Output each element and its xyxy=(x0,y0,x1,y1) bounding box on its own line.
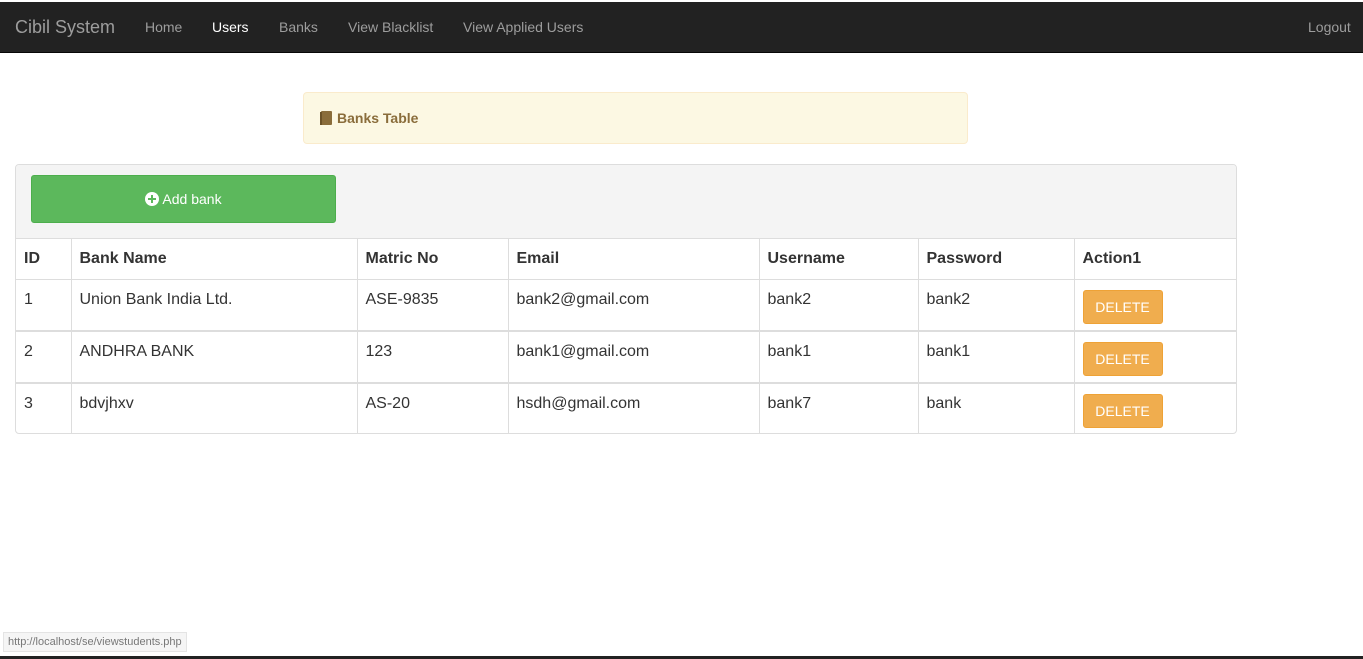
cell-password: bank xyxy=(918,383,1075,433)
column-header-username: Username xyxy=(759,239,919,280)
book-icon xyxy=(320,111,332,125)
column-header-bank-name: Bank Name xyxy=(71,239,358,280)
cell-action: DELETE xyxy=(1074,331,1236,384)
table-toolbar: Add bank xyxy=(16,165,1236,239)
nav-item-view-applied-users[interactable]: View Applied Users xyxy=(463,2,583,52)
table-header-row: ID Bank Name Matric No Email Username Pa… xyxy=(16,239,1236,280)
cell-password: bank1 xyxy=(918,331,1075,384)
column-header-matric-no: Matric No xyxy=(357,239,509,280)
table-row: 2 ANDHRA BANK 123 bank1@gmail.com bank1 … xyxy=(16,331,1236,384)
cell-id: 2 xyxy=(16,331,72,384)
cell-action: DELETE xyxy=(1074,279,1236,332)
brand-link[interactable]: Cibil System xyxy=(15,2,115,52)
top-navbar: Cibil System Home Users Banks View Black… xyxy=(0,2,1363,53)
add-bank-label: Add bank xyxy=(162,191,222,207)
cell-email: bank1@gmail.com xyxy=(508,331,760,384)
cell-username: bank7 xyxy=(759,383,919,433)
delete-button[interactable]: DELETE xyxy=(1082,342,1163,376)
logout-link[interactable]: Logout xyxy=(1308,2,1351,52)
table-row: 3 bdvjhxv AS-20 hsdh@gmail.com bank7 ban… xyxy=(16,383,1236,433)
plus-circle-icon xyxy=(145,192,160,206)
cell-bank-name: bdvjhxv xyxy=(71,383,358,433)
banks-table-heading: Banks Table xyxy=(303,92,968,144)
nav-item-banks[interactable]: Banks xyxy=(279,2,318,52)
cell-matric-no: ASE-9835 xyxy=(357,279,509,332)
add-bank-button[interactable]: Add bank xyxy=(31,175,336,223)
cell-username: bank2 xyxy=(759,279,919,332)
status-bar-url: http://localhost/se/viewstudents.php xyxy=(3,632,187,652)
cell-username: bank1 xyxy=(759,331,919,384)
delete-button[interactable]: DELETE xyxy=(1082,394,1163,428)
table-row: 1 Union Bank India Ltd. ASE-9835 bank2@g… xyxy=(16,279,1236,332)
banks-table-panel: Add bank ID Bank Name Matric No Email Us… xyxy=(15,164,1237,434)
cell-matric-no: AS-20 xyxy=(357,383,509,433)
column-header-id: ID xyxy=(16,239,72,280)
delete-button[interactable]: DELETE xyxy=(1082,289,1163,324)
banks-table: ID Bank Name Matric No Email Username Pa… xyxy=(16,239,1236,433)
cell-bank-name: Union Bank India Ltd. xyxy=(71,279,358,332)
cell-id: 1 xyxy=(16,279,72,332)
cell-bank-name: ANDHRA BANK xyxy=(71,331,358,384)
nav-item-home[interactable]: Home xyxy=(145,2,182,52)
nav-item-users[interactable]: Users xyxy=(212,2,249,52)
column-header-password: Password xyxy=(918,239,1075,280)
cell-matric-no: 123 xyxy=(357,331,509,384)
nav-item-view-blacklist[interactable]: View Blacklist xyxy=(348,2,433,52)
column-header-action: Action1 xyxy=(1074,239,1236,280)
cell-email: hsdh@gmail.com xyxy=(508,383,760,433)
cell-password: bank2 xyxy=(918,279,1075,332)
cell-action: DELETE xyxy=(1074,383,1236,433)
panel-title: Banks Table xyxy=(337,110,419,126)
column-header-email: Email xyxy=(508,239,760,280)
cell-id: 3 xyxy=(16,383,72,433)
cell-email: bank2@gmail.com xyxy=(508,279,760,332)
